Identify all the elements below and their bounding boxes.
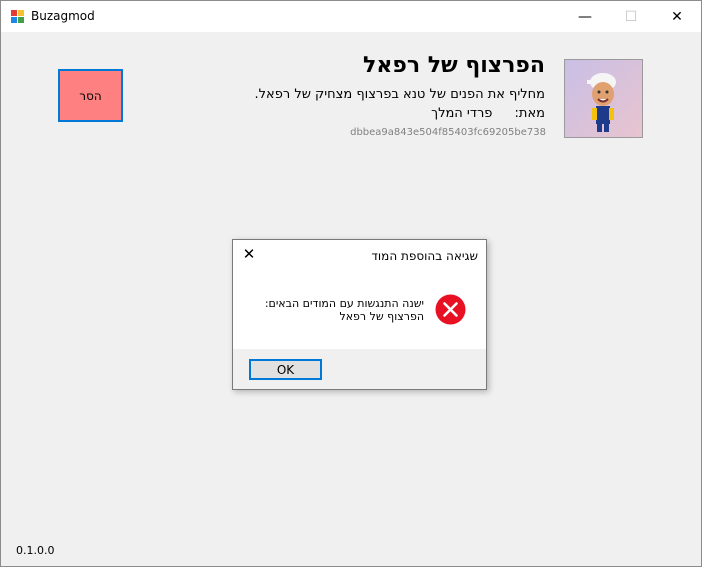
mod-description: מחליף את הפנים של טנא בפרצוף מצחיק של רפ… <box>254 87 545 102</box>
close-icon: ✕ <box>671 8 683 25</box>
mod-hash: dbbea9a843e504f85403fc69205be738 <box>350 127 546 138</box>
error-dialog: שגיאה בהוספת המוד ✕ ישנה התנגשות עם המוד… <box>232 239 487 390</box>
dialog-message-line1: ישנה התנגשות עם המודים הבאים: <box>264 297 424 310</box>
dialog-message: ישנה התנגשות עם המודים הבאים: הפרצוף של … <box>265 297 424 323</box>
mod-title: הפרצוף של רפאל <box>363 53 545 78</box>
close-icon: ✕ <box>242 245 256 263</box>
mod-avatar <box>564 59 643 138</box>
dialog-body: ישנה התנגשות עם המודים הבאים: הפרצוף של … <box>233 271 486 349</box>
ok-button[interactable]: OK <box>249 359 322 380</box>
dialog-title: שגיאה בהוספת המוד <box>371 249 478 263</box>
error-icon <box>435 294 466 325</box>
maximize-button[interactable]: ☐ <box>608 1 654 32</box>
author-label: מאת: <box>514 106 545 121</box>
remove-button[interactable]: הסר <box>58 69 123 122</box>
avatar-figure <box>587 73 616 132</box>
title-bar[interactable]: Buzagmod — ☐ ✕ <box>1 1 701 32</box>
minimize-button[interactable]: — <box>562 1 608 32</box>
minimize-icon: — <box>578 8 592 25</box>
maximize-icon: ☐ <box>624 8 638 25</box>
author-name: פרדי המלך <box>431 106 493 121</box>
dialog-close-button[interactable]: ✕ <box>241 245 257 263</box>
dialog-footer: OK <box>233 349 486 389</box>
window-title: Buzagmod <box>31 9 95 23</box>
app-icon <box>11 10 24 23</box>
dialog-message-line2: הפרצוף של רפאל <box>339 310 424 323</box>
version-label: 0.1.0.0 <box>16 544 55 557</box>
main-window: Buzagmod — ☐ ✕ הסר הפרצוף של רפאל מחליף … <box>0 0 702 567</box>
author-row: מאת: פרדי המלך <box>431 106 545 121</box>
close-button[interactable]: ✕ <box>654 1 700 32</box>
